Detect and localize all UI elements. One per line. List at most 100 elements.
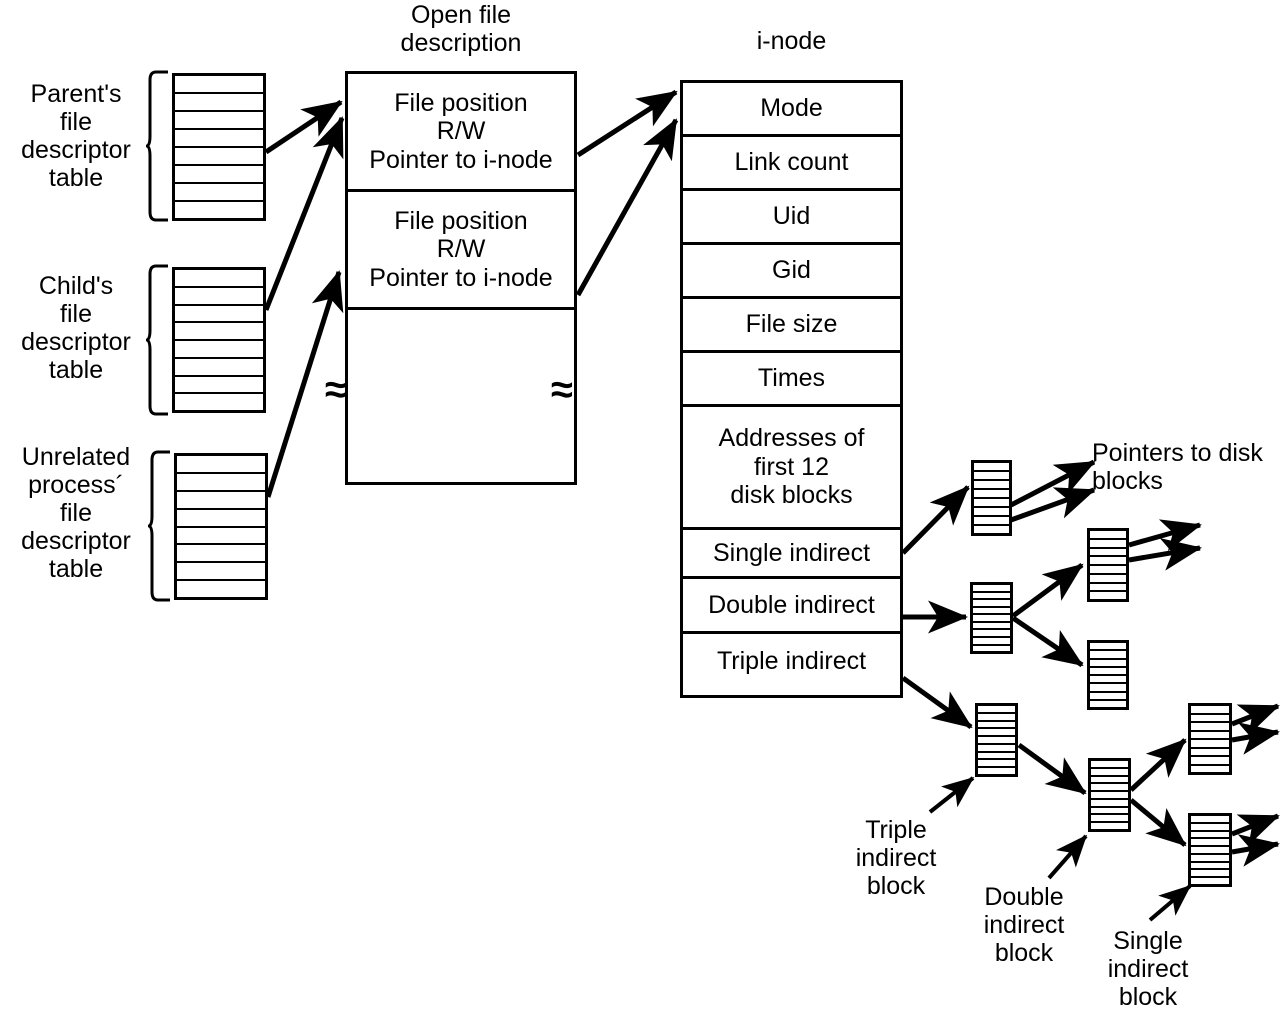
parent-fd-table[interactable] [172, 73, 266, 221]
open-file-description-table[interactable]: File position R/W Pointer to i-node File… [345, 71, 577, 485]
fd-slot[interactable] [175, 94, 263, 112]
fd-slot[interactable] [175, 323, 263, 341]
arrows-double-indirect-fanout [1011, 562, 1084, 668]
block-slot [978, 753, 1015, 761]
unrelated-fd-table-brace [144, 450, 174, 602]
block-slot [1191, 732, 1229, 740]
inode-row-file-size[interactable]: File size [683, 299, 900, 353]
inode-row-single-indirect[interactable]: Single indirect [683, 530, 900, 579]
inode-row-gid[interactable]: Gid [683, 245, 900, 299]
block-slot [1091, 792, 1128, 800]
fd-slot[interactable] [175, 148, 263, 166]
fd-slot[interactable] [175, 202, 263, 218]
fd-slot[interactable] [175, 394, 263, 410]
open-file-description-entry[interactable]: File position R/W Pointer to i-node [348, 74, 574, 192]
open-file-description-title: Open file description [400, 1, 522, 57]
disk-block-pointer-block-b[interactable] [1087, 640, 1129, 710]
disk-block-single-indirect-lower[interactable] [1188, 813, 1232, 887]
arrows-pointer-block-a-out [1128, 519, 1202, 571]
inode-row-times[interactable]: Times [683, 353, 900, 407]
block-slot [1091, 800, 1128, 808]
child-fd-table-brace [142, 264, 172, 416]
arrows-inode-to-blocks [901, 485, 973, 730]
disk-block-double-indirect-low[interactable] [1088, 758, 1131, 832]
block-slot [974, 499, 1009, 508]
inode-row-uid[interactable]: Uid [683, 191, 900, 245]
fd-slot[interactable] [177, 492, 265, 510]
block-slot [1191, 847, 1229, 855]
block-slot [1090, 557, 1126, 566]
block-slot [1090, 701, 1126, 707]
block-slot [973, 623, 1010, 631]
fd-slot[interactable] [177, 510, 265, 528]
fd-slot[interactable] [177, 581, 265, 597]
fd-slot[interactable] [175, 76, 263, 94]
block-slot [973, 615, 1010, 623]
fd-slot[interactable] [177, 456, 265, 474]
break-marker-left-icon: ≈ [325, 368, 347, 412]
block-slot [973, 646, 1010, 652]
block-slot [1191, 832, 1229, 840]
fd-slot[interactable] [175, 166, 263, 184]
block-slot [1191, 870, 1229, 879]
inode-row-link-count[interactable]: Link count [683, 137, 900, 191]
block-slot [973, 638, 1010, 646]
block-slot [973, 585, 1010, 593]
disk-block-single-indirect-upper[interactable] [1188, 703, 1232, 775]
arrows-fd-to-ofd [263, 99, 345, 498]
child-fd-table[interactable] [172, 267, 266, 413]
block-slot [974, 490, 1009, 499]
inode-row-mode[interactable]: Mode [683, 83, 900, 137]
disk-block-single-indirect-top[interactable] [971, 460, 1012, 536]
fd-slot[interactable] [175, 341, 263, 359]
disk-block-triple-indirect[interactable] [975, 703, 1018, 777]
inode-row-direct-addresses[interactable]: Addresses of first 12 disk blocks [683, 407, 900, 530]
block-slot [1191, 766, 1229, 773]
fd-slot[interactable] [175, 112, 263, 130]
block-slot [1191, 740, 1229, 749]
fd-slot[interactable] [177, 528, 265, 546]
block-slot [973, 630, 1010, 638]
arrows-ofd-to-inode [575, 89, 679, 297]
break-marker-right-icon: ≈ [551, 368, 573, 412]
block-slot [1191, 839, 1229, 848]
disk-block-double-indirect-mid[interactable] [970, 582, 1013, 654]
block-slot [978, 745, 1015, 753]
fd-slot[interactable] [175, 130, 263, 148]
unrelated-fd-table-label: Unrelated process´ file descriptor table [21, 443, 131, 583]
block-slot [1191, 863, 1229, 871]
fd-slot[interactable] [175, 288, 263, 306]
open-file-description-empty-slot[interactable] [348, 310, 574, 482]
block-slot [978, 714, 1015, 722]
fd-slot[interactable] [175, 306, 263, 324]
block-slot [1091, 769, 1128, 777]
open-file-description-entry[interactable]: File position R/W Pointer to i-node [348, 192, 574, 310]
inode-row-triple-indirect[interactable]: Triple indirect [683, 634, 900, 689]
inode-table[interactable]: Mode Link count Uid Gid File size Times … [680, 80, 903, 698]
fd-slot[interactable] [175, 184, 263, 202]
inode-row-double-indirect[interactable]: Double indirect [683, 579, 900, 634]
fd-slot[interactable] [175, 270, 263, 288]
fd-slot[interactable] [177, 545, 265, 564]
block-slot [1191, 723, 1229, 732]
block-slot [973, 593, 1010, 601]
fd-slot[interactable] [177, 563, 265, 582]
fd-slot[interactable] [175, 377, 263, 395]
disk-block-pointer-block-a[interactable] [1087, 528, 1129, 602]
inode-title: i-node [756, 27, 827, 55]
block-slot [1191, 816, 1229, 824]
arrows-single-indirect-out [1231, 703, 1280, 867]
block-slot [1090, 660, 1126, 668]
block-slot [1090, 531, 1126, 540]
fd-slot[interactable] [177, 474, 265, 492]
unrelated-fd-table[interactable] [174, 453, 268, 600]
block-slot [974, 481, 1009, 490]
block-slot [1090, 668, 1126, 676]
arrows-pointers-to-disk-blocks [1009, 459, 1096, 523]
block-slot [978, 737, 1015, 745]
block-slot [974, 508, 1009, 517]
block-slot [978, 768, 1015, 774]
block-slot [1090, 540, 1126, 549]
fd-slot[interactable] [175, 359, 263, 377]
block-slot [978, 706, 1015, 714]
